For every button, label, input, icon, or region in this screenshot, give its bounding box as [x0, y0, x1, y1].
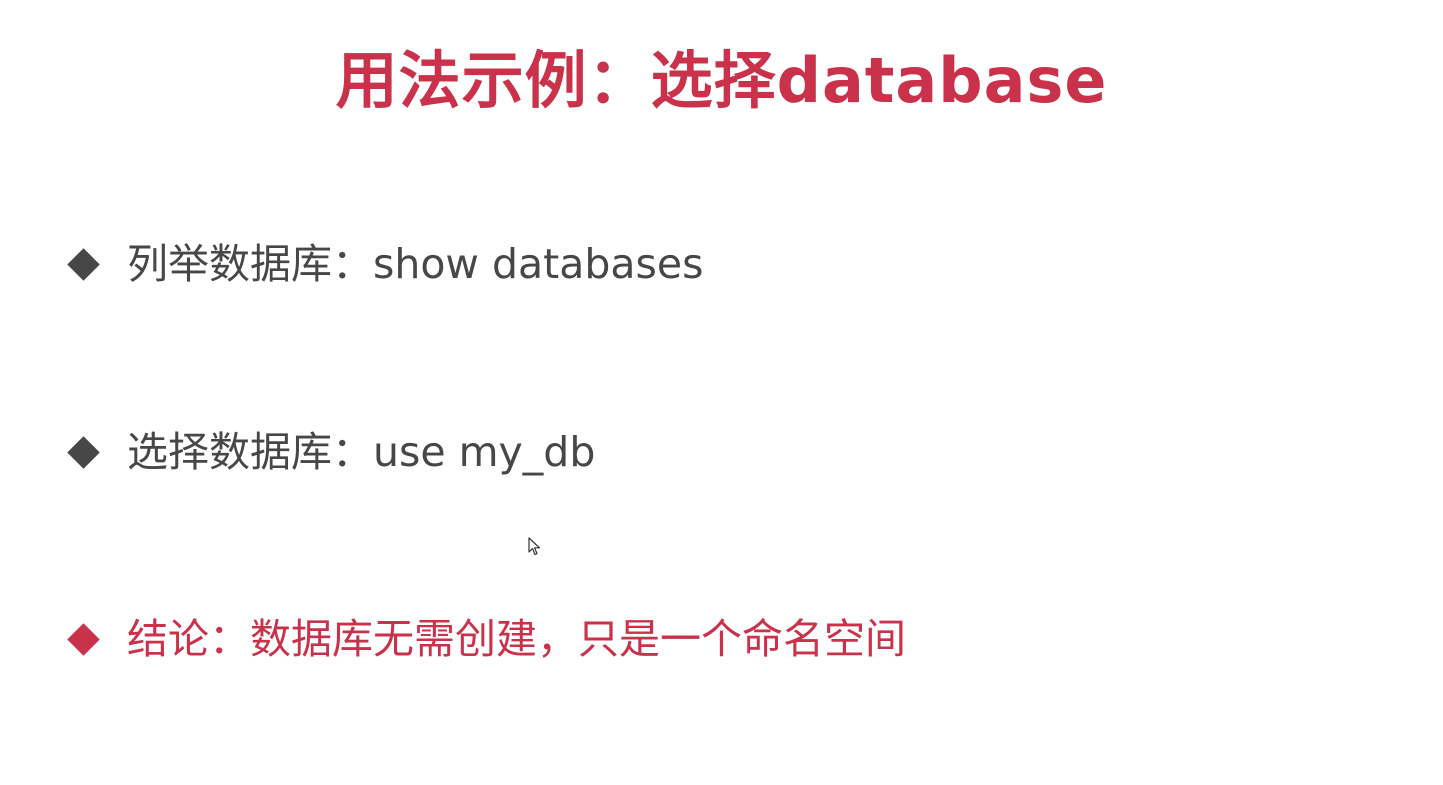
bullet-item-show-databases: 列举数据库：show databases: [66, 236, 703, 292]
bullet-item-conclusion: 结论：数据库无需创建，只是一个命名空间: [66, 611, 906, 667]
bullet-item-use-db: 选择数据库：use my_db: [66, 424, 595, 480]
mouse-cursor-icon: [528, 537, 541, 556]
diamond-bullet-icon: [67, 247, 100, 281]
slide-title: 用法示例：选择database: [335, 44, 1108, 117]
bullet-text: 列举数据库：show databases: [127, 240, 704, 288]
bullet-text: 结论：数据库无需创建，只是一个命名空间: [127, 615, 906, 663]
diamond-bullet-icon: [67, 622, 100, 656]
diamond-bullet-icon: [67, 435, 100, 469]
bullet-text: 选择数据库：use my_db: [127, 428, 596, 476]
slide: 用法示例：选择database 列举数据库：show databases 选择数…: [0, 0, 1443, 785]
